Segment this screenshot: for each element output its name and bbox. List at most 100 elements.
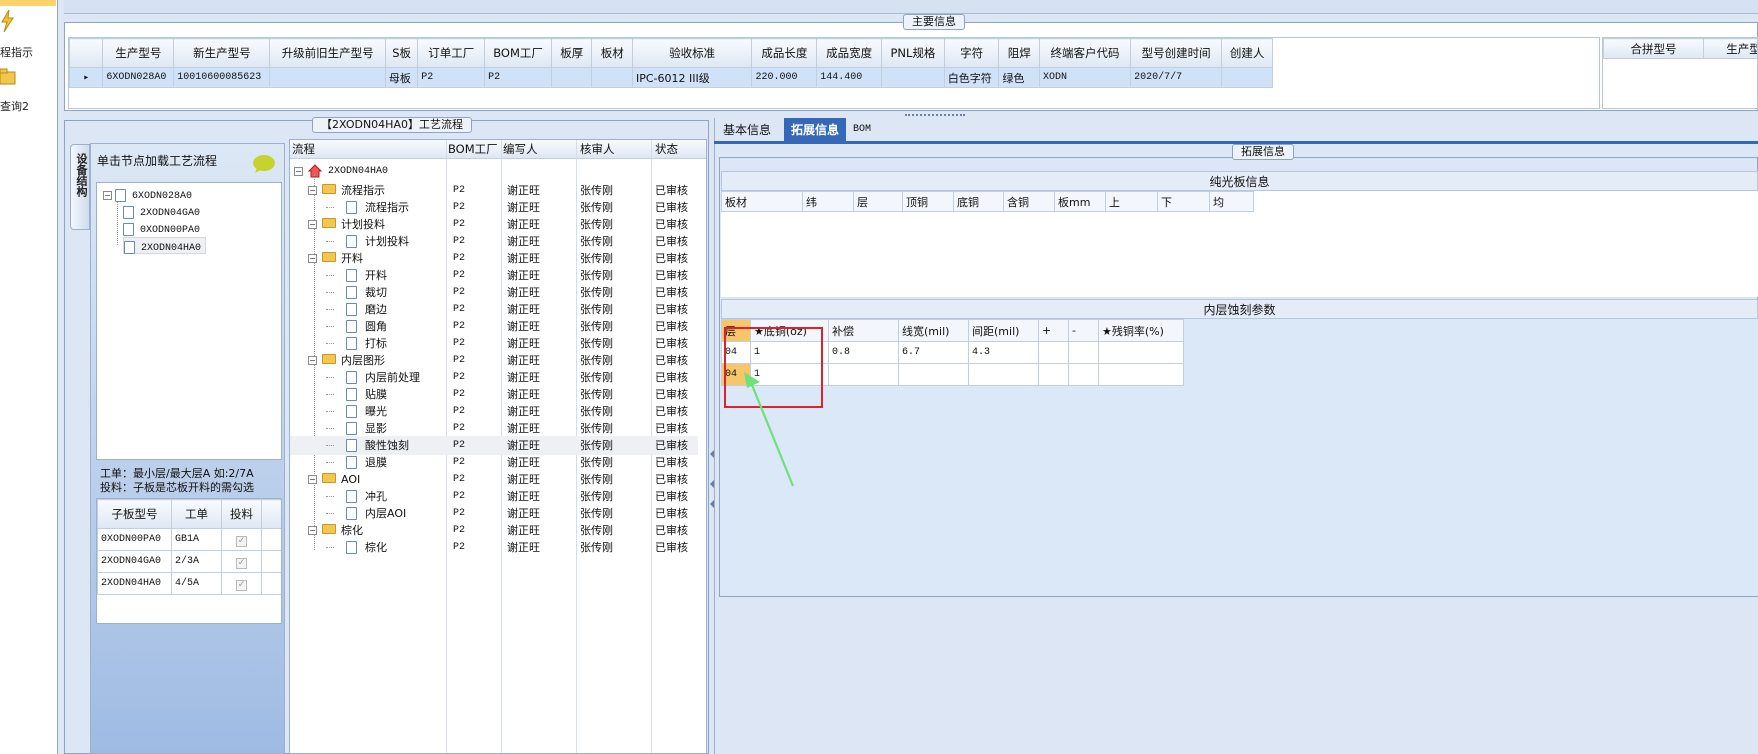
collapse-icon[interactable]: − [308,356,317,365]
etch-cell[interactable] [968,363,1039,386]
collapse-icon[interactable]: − [308,475,317,484]
etch-cell[interactable]: 0.8 [828,341,899,364]
etch-col-header[interactable]: 间距(mil) [968,319,1039,342]
main-cell[interactable] [550,67,593,88]
feed-checkbox[interactable]: ✓ [236,557,247,569]
main-col-header[interactable]: 验收标准 [631,38,753,68]
main-cell[interactable] [881,67,945,88]
plain-col-header[interactable]: 顶铜 [902,191,954,212]
main-col-header[interactable]: 字符 [943,38,1000,68]
etch-col-header[interactable]: 补偿 [828,319,899,342]
main-col-header[interactable]: 成品宽度 [816,38,883,68]
sub-board-row[interactable]: 0XODN00PA0 GB1A ✓ [97,528,281,551]
main-cell[interactable]: 白色字符 [943,67,1000,88]
sub-board-row[interactable]: 2XODN04HA0 4/5A ✓ [97,572,281,595]
etch-cell[interactable] [1098,363,1184,386]
main-col-header[interactable]: 板材 [591,38,633,68]
collapse-icon[interactable]: − [308,220,317,229]
etch-col-header[interactable]: ★残铜率(%) [1098,319,1184,342]
plain-col-header[interactable]: 层 [853,191,903,212]
etch-cell[interactable] [1038,341,1069,364]
etch-col-header[interactable]: - [1068,319,1099,342]
main-cell[interactable]: 220.000 [751,67,818,88]
plain-col-header[interactable]: 纬 [802,191,854,212]
tab-extended[interactable]: 拓展信息 [784,118,847,142]
main-cell[interactable]: 2020/7/7 [1130,67,1223,88]
etch-col-header[interactable]: + [1038,319,1069,342]
collapse-icon[interactable]: − [294,167,303,176]
main-col-header[interactable]: 阻焊 [998,38,1040,68]
plain-col-header[interactable]: 底铜 [953,191,1004,212]
plain-col-header[interactable]: 均 [1209,191,1254,212]
collapse-icon[interactable]: − [103,190,112,200]
plain-col-header[interactable]: 上 [1105,191,1158,212]
tab-basic[interactable]: 基本信息 [716,118,778,142]
main-cell[interactable]: 144.400 [816,67,883,88]
etch-cell[interactable] [1038,363,1069,386]
sub-cell[interactable]: ✓ [221,550,262,573]
plain-col-header[interactable]: 下 [1157,191,1210,212]
feed-checkbox[interactable]: ✓ [236,535,247,547]
tree-node[interactable]: 0XODN00PA0 [123,220,200,237]
etch-cell[interactable] [828,363,899,386]
feed-checkbox[interactable]: ✓ [236,579,247,591]
collapse-icon[interactable]: − [308,186,317,195]
side-tab-equipment[interactable]: 设备结构 [70,144,90,230]
collapse-icon[interactable]: − [308,526,317,535]
main-cell[interactable] [1221,67,1273,88]
main-cell[interactable]: 10010600085623 [173,67,271,88]
etch-cell[interactable] [1068,341,1099,364]
main-cell[interactable]: IPC-6012 III级 [631,67,753,88]
main-cell[interactable] [591,67,633,88]
sub-col-header[interactable]: 投料 [221,499,262,529]
tree-node[interactable]: 2XODN04GA0 [123,203,200,220]
main-col-header[interactable]: S板 [384,38,419,68]
etch-cell[interactable]: 4.3 [968,341,1039,364]
main-cell[interactable]: P2 [417,67,486,88]
sub-col-header[interactable]: 工单 [171,499,222,529]
flow-col-header[interactable]: BOM工厂 [448,140,498,159]
main-cell[interactable]: 绿色 [998,67,1040,88]
plain-col-header[interactable]: 板mm [1054,191,1106,212]
flow-root-row[interactable]: − 2XODN04HA0 [290,162,698,181]
main-col-header[interactable]: 成品长度 [751,38,818,68]
nav-item-query[interactable]: 查询2 [0,98,56,114]
main-col-header[interactable]: 终端客户代码 [1038,38,1132,68]
sub-col-header[interactable]: 子板型号 [97,499,172,529]
splitter-handle[interactable] [905,110,965,116]
sub-board-row[interactable]: 2XODN04GA0 2/3A ✓ [97,550,281,573]
flow-col-header[interactable]: 流程 [292,140,315,159]
main-cell[interactable]: 母板 [384,67,419,88]
main-col-header[interactable]: PNL规格 [881,38,945,68]
etch-cell[interactable] [898,363,969,386]
plain-col-header[interactable]: 含铜 [1003,191,1055,212]
collapse-icon[interactable]: − [308,254,317,263]
main-cell[interactable]: P2 [484,67,552,88]
flow-col-header[interactable]: 编写人 [503,140,538,159]
main-col-header[interactable]: 型号创建时间 [1130,38,1223,68]
tab-bom[interactable]: BOM [846,118,878,142]
main-col-header[interactable]: 板厚 [550,38,593,68]
flow-col-header[interactable]: 核审人 [580,140,615,159]
merge-col-header[interactable]: 生产型 [1703,38,1757,59]
sub-cell[interactable]: ✓ [221,528,262,551]
main-col-header[interactable]: 订单工厂 [417,38,486,68]
main-cell[interactable] [269,67,386,88]
nav-item-flow[interactable]: 程指示 [0,44,56,60]
etch-cell[interactable]: 6.7 [898,341,969,364]
etch-cell[interactable] [1098,341,1184,364]
tree-node[interactable]: 2XODN04HA0 [123,237,207,254]
plain-col-header[interactable]: 板材 [721,191,803,212]
main-col-header[interactable]: 创建人 [1221,38,1273,68]
sub-cell[interactable]: ✓ [221,572,262,595]
main-cell[interactable]: XODN [1038,67,1132,88]
main-info-row[interactable]: ▸ 6XODN028A0 10010600085623 母板 P2 P2 IPC-6012 … [69,67,1273,88]
flow-col-header[interactable]: 状态 [655,140,678,159]
main-col-header[interactable]: 升级前旧生产型号 [269,38,386,68]
etch-cell[interactable] [1068,363,1099,386]
main-cell[interactable]: 6XODN028A0 [102,67,175,88]
merge-col-header[interactable]: 合拼型号 [1603,38,1704,59]
flow-row[interactable]: 棕化 P2 谢正旺 张传刚 已审核 [290,538,698,557]
main-col-header[interactable]: 生产型号 [102,38,175,68]
main-col-header[interactable]: BOM工厂 [484,38,552,68]
